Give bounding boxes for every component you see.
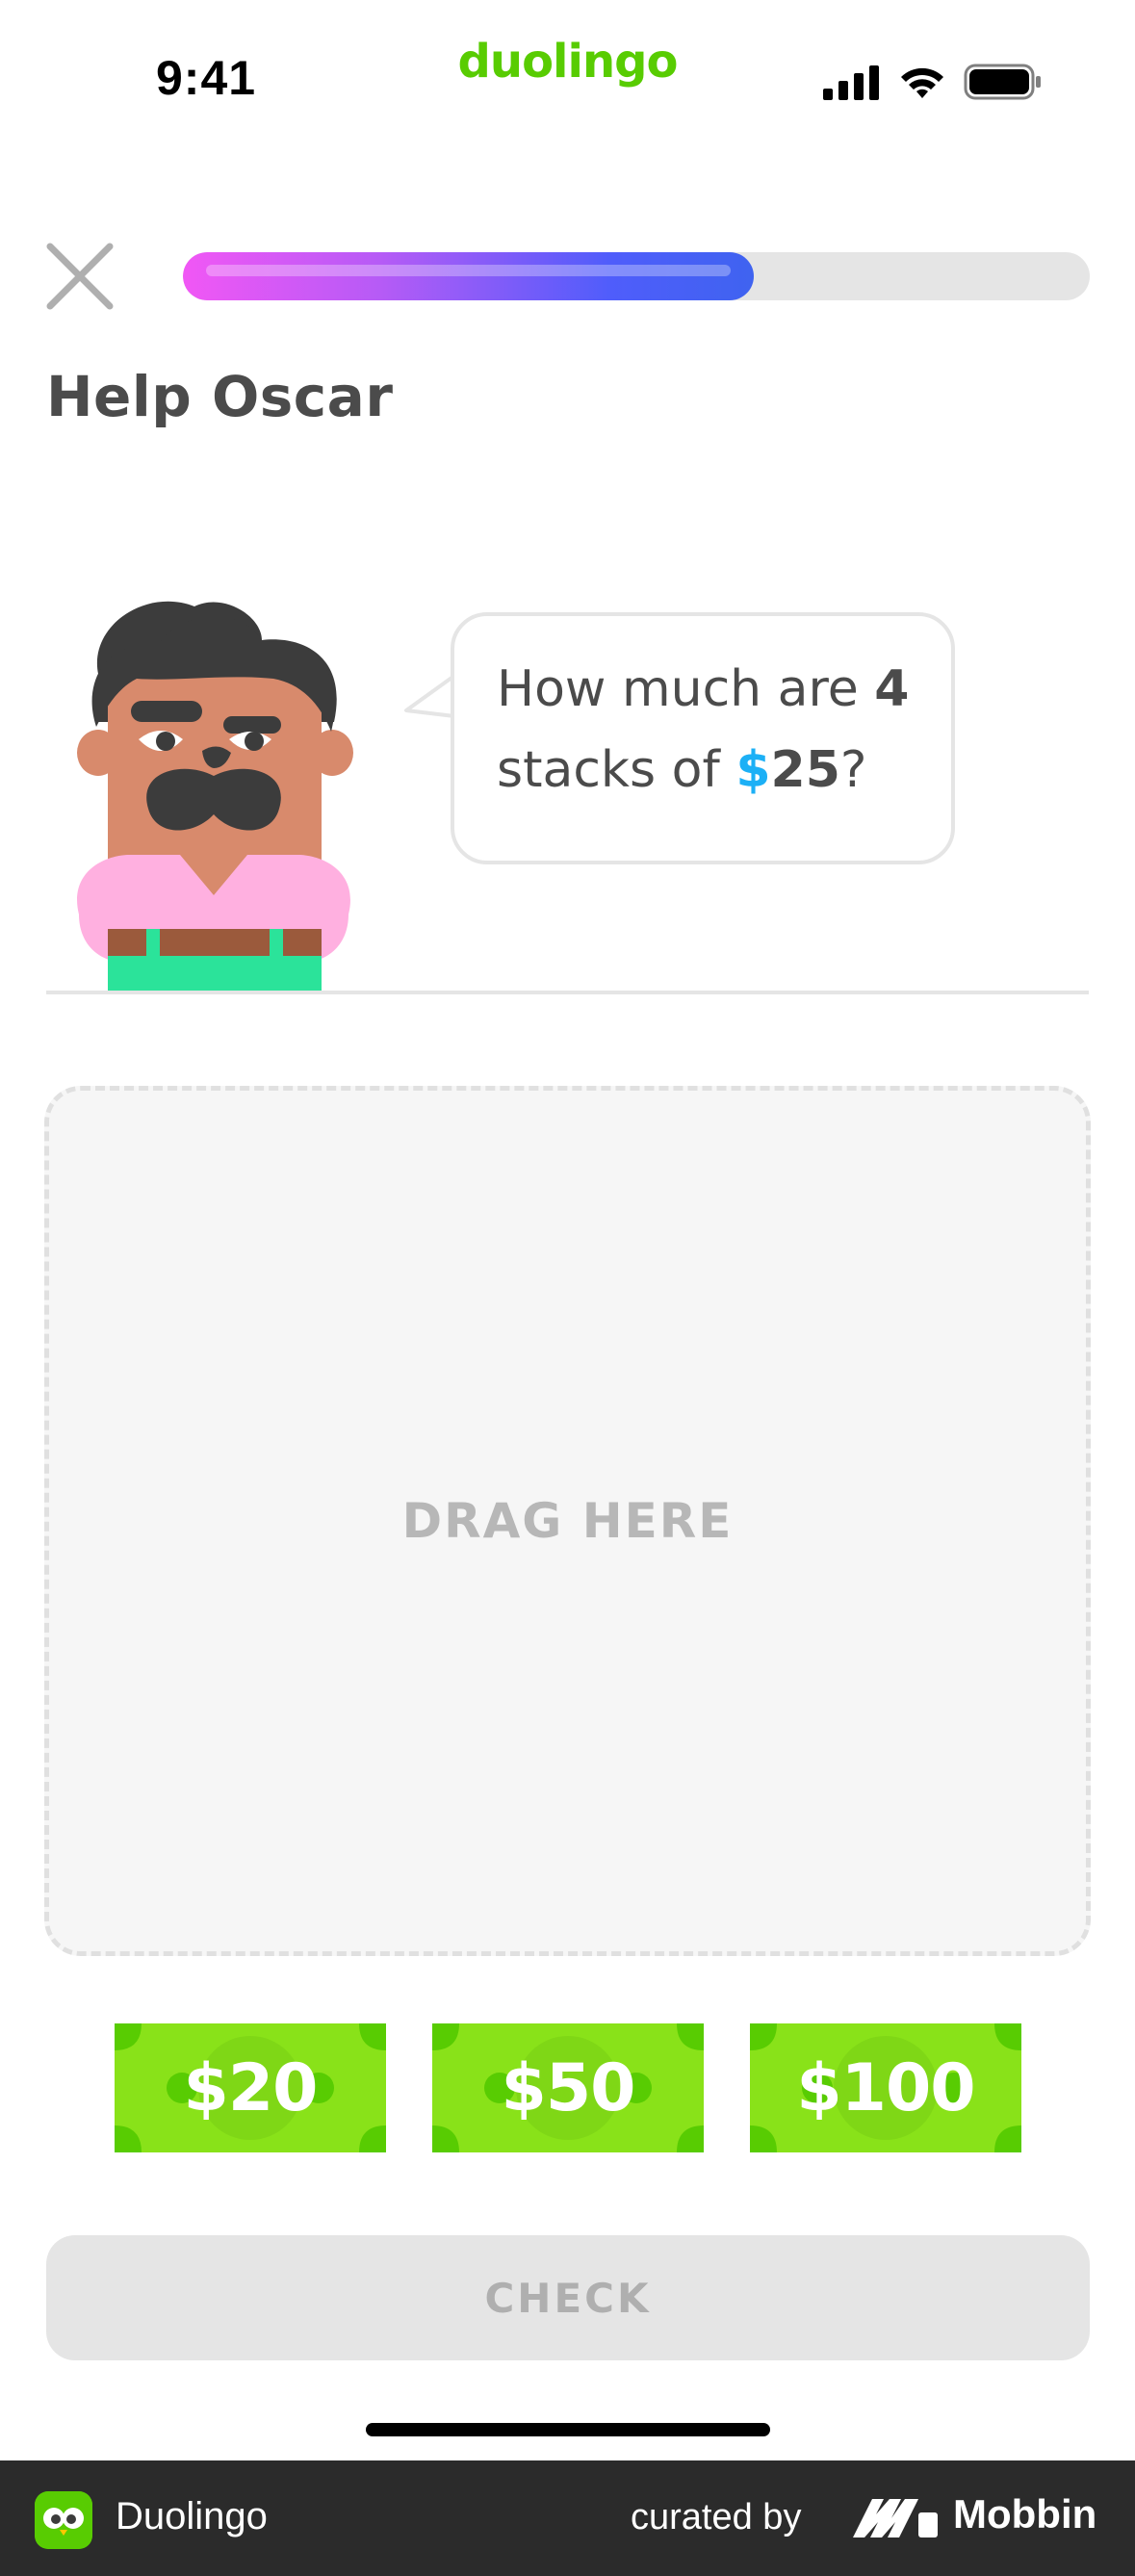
home-indicator [366, 2423, 770, 2436]
mobbin-logo-icon [853, 2499, 938, 2537]
footer-curated-by: curated by [631, 2497, 802, 2537]
drop-zone[interactable]: DRAG HERE [44, 1086, 1091, 1956]
prompt-end: ? [839, 741, 867, 799]
prompt-text: How much are 4 stacks of $25? [497, 649, 913, 811]
lesson-progress-bar [183, 252, 1090, 300]
bill-20[interactable]: $20 [115, 2023, 386, 2152]
speech-bubble: How much are 4 stacks of $25? [451, 612, 955, 864]
close-icon [46, 243, 114, 310]
bill-label: $20 [183, 2049, 319, 2126]
bill-label: $50 [501, 2049, 636, 2126]
prompt-currency: $ [735, 741, 771, 799]
wifi-icon [901, 67, 943, 98]
bill-50[interactable]: $50 [432, 2023, 704, 2152]
battery-icon [964, 64, 1041, 100]
progress-shine [206, 265, 732, 276]
drop-zone-label: DRAG HERE [401, 1493, 734, 1549]
bill-100[interactable]: $100 [750, 2023, 1021, 2152]
bill-label: $100 [796, 2049, 975, 2126]
page-title: Help Oscar [46, 364, 394, 429]
status-bar: 9:41 duolingo [0, 0, 1135, 144]
prompt-amount: 25 [770, 741, 840, 799]
attribution-footer: Duolingo curated by Mobbin [0, 2460, 1135, 2576]
status-icons [823, 62, 1043, 100]
close-button[interactable] [42, 239, 117, 314]
oscar-character-illustration [77, 601, 353, 992]
check-button-label: CHECK [484, 2274, 652, 2322]
progress-fill [183, 252, 755, 300]
prompt-part2: stacks of [497, 741, 736, 799]
footer-brand: Mobbin [953, 2491, 1097, 2537]
footer-app-name: Duolingo [116, 2495, 268, 2537]
check-button[interactable]: CHECK [46, 2235, 1090, 2360]
duolingo-owl-icon [35, 2491, 92, 2549]
character-divider [46, 991, 1089, 994]
cellular-signal-icon [823, 65, 879, 100]
prompt-part1: How much are [497, 660, 875, 718]
bill-options: $20 $50 $100 [115, 2023, 1021, 2152]
prompt-quantity: 4 [874, 660, 910, 718]
